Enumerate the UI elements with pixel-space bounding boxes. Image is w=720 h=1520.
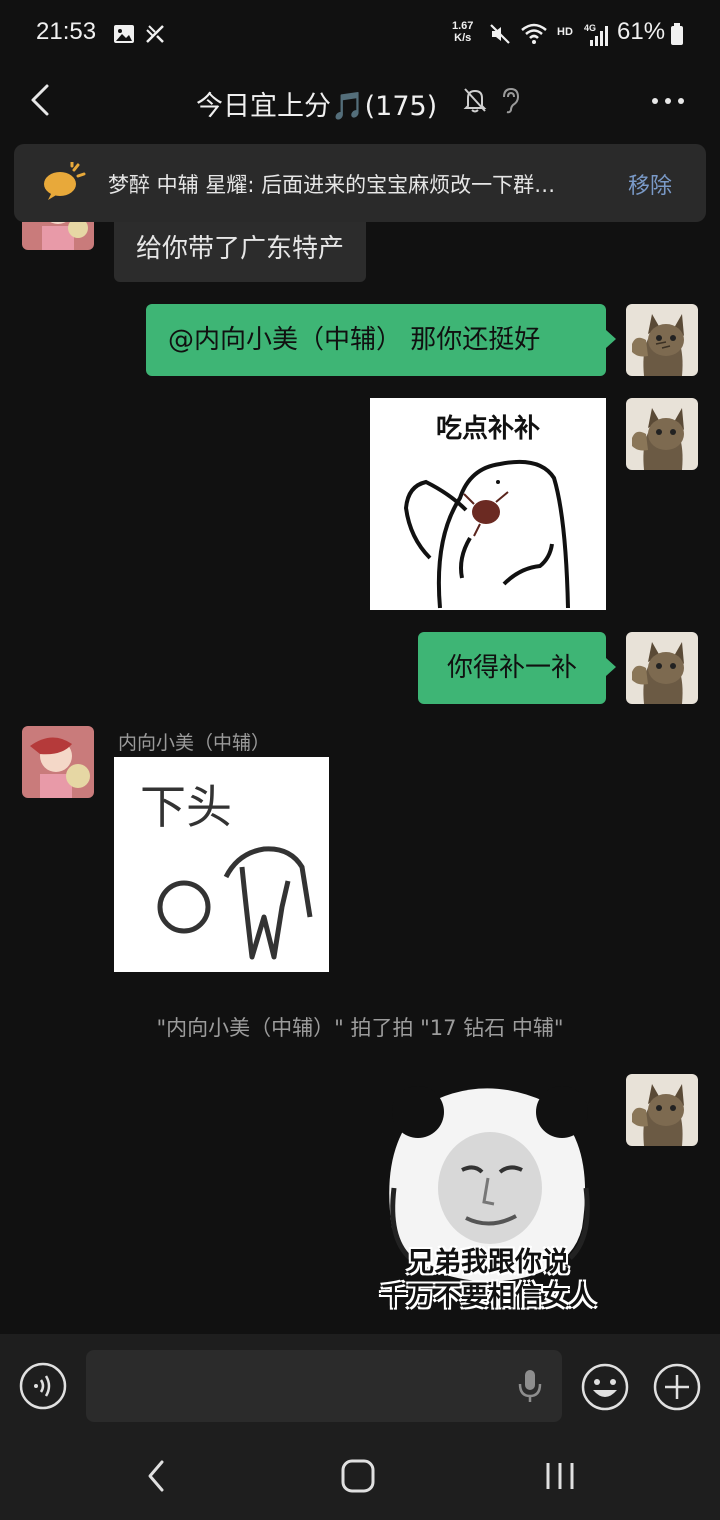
message-bubble[interactable]: 给你带了广东特产: [114, 222, 367, 282]
voice-icon[interactable]: [19, 1362, 67, 1410]
chat-header: 今日宜上分🎵(175): [0, 66, 720, 138]
sender-name: 内向小美（中辅）: [118, 732, 271, 754]
cat-avatar-image: [626, 398, 698, 470]
cat-avatar-image: [626, 304, 698, 376]
avatar-image: [22, 222, 94, 250]
ear-icon: [503, 87, 520, 114]
avatar-other[interactable]: [22, 726, 94, 798]
avatar-self[interactable]: [626, 632, 698, 704]
avatar-image: [22, 726, 94, 798]
battery-percent: 61%: [617, 18, 666, 45]
system-nav-bar: [0, 1434, 720, 1520]
mute-notifications-icon: [463, 88, 487, 113]
net-speed: 1.67 K/s: [452, 20, 473, 44]
no-sim-icon: [146, 25, 164, 43]
announcement-icon: [44, 162, 86, 200]
message-bubble-self[interactable]: 你得补一补: [418, 632, 616, 704]
sticker-message[interactable]: 下头: [114, 757, 329, 972]
message-text: 给你带了广东特产: [136, 234, 345, 264]
input-bar: [0, 1334, 720, 1434]
avatar-self[interactable]: [626, 398, 698, 470]
nav-back-icon[interactable]: [140, 1456, 172, 1496]
sticker-message[interactable]: 兄弟我跟你说 千万不要相信女人: [370, 1078, 606, 1310]
message-list[interactable]: 给你带了广东特产 @内向小美（中辅） 那你还挺好 吃点补补 你得补一补 内向小美…: [0, 222, 720, 1334]
status-time: 21:53: [36, 18, 97, 45]
message-input[interactable]: [86, 1350, 562, 1422]
more-icon[interactable]: [648, 88, 688, 114]
svg-text:4G: 4G: [584, 23, 596, 33]
message-text: @内向小美（中辅） 那你还挺好: [168, 325, 541, 355]
sticker-message[interactable]: 吃点补补: [370, 398, 606, 610]
emoji-icon[interactable]: [580, 1362, 630, 1412]
chat-title: 今日宜上分🎵(175): [196, 91, 438, 122]
net-speed-value: 1.67: [452, 20, 474, 32]
system-message: "内向小美（中辅）" 拍了拍 "17 钻石 中辅": [156, 1016, 564, 1040]
group-announcement[interactable]: 梦醉 中辅 星耀: 后面进来的宝宝麻烦改一下群… 移除: [14, 144, 706, 222]
mute-icon: [490, 24, 510, 44]
wifi-icon: [521, 23, 547, 44]
sticker-caption: 下头: [140, 780, 232, 834]
nav-home-icon[interactable]: [338, 1456, 378, 1496]
message-bubble-self[interactable]: @内向小美（中辅） 那你还挺好: [146, 304, 616, 376]
cat-avatar-image: [626, 1074, 698, 1146]
avatar-other[interactable]: [22, 222, 94, 250]
message-text: 你得补一补: [446, 653, 577, 683]
hd-label: HD: [557, 26, 573, 38]
plus-icon[interactable]: [652, 1362, 702, 1412]
sticker-caption-line2: 千万不要相信女人: [380, 1281, 596, 1310]
remove-button[interactable]: 移除: [628, 168, 672, 200]
signal-icon: 4G: [584, 23, 608, 46]
cat-avatar-image: [626, 632, 698, 704]
status-bar: 21:53 1.67 K/s HD 4G 61%: [0, 0, 720, 66]
back-icon[interactable]: [22, 80, 62, 120]
gallery-icon: [114, 25, 134, 43]
battery-icon: [671, 23, 683, 45]
net-speed-unit: K/s: [454, 32, 472, 44]
nav-recents-icon[interactable]: [540, 1456, 580, 1496]
announcement-text: 梦醉 中辅 星耀: 后面进来的宝宝麻烦改一下群…: [108, 173, 556, 197]
sticker-caption: 吃点补补: [435, 414, 540, 444]
avatar-self[interactable]: [626, 304, 698, 376]
avatar-self[interactable]: [626, 1074, 698, 1146]
mic-icon[interactable]: [516, 1368, 544, 1404]
